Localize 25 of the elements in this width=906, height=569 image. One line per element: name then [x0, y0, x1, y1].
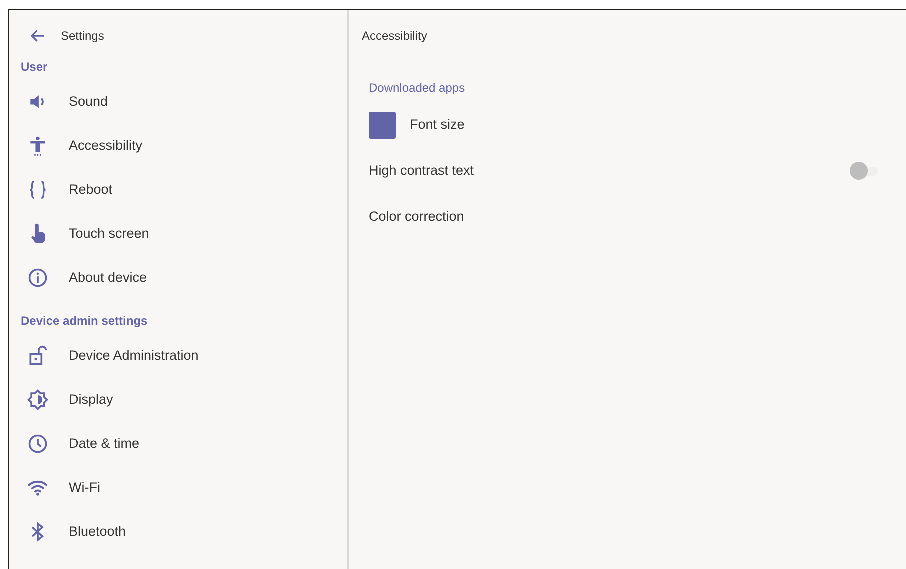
page-title: Accessibility [361, 28, 428, 45]
clock-icon [27, 433, 49, 455]
section-header: Downloaded apps [368, 80, 466, 97]
sidebar-item[interactable]: Date & time [9, 422, 347, 466]
sidebar-item[interactable]: Display [9, 378, 347, 422]
section-header: User [20, 59, 49, 76]
sidebar-item[interactable]: Wi-Fi [9, 466, 347, 510]
info-icon [27, 267, 49, 289]
sidebar-item[interactable]: Touch screen [9, 212, 347, 256]
braces-icon [27, 179, 49, 201]
unlocked-padlock-icon [27, 345, 49, 367]
sidebar-item[interactable]: Reboot [9, 168, 347, 212]
sidebar-item[interactable]: About device [9, 256, 347, 300]
sidebar-item[interactable]: Accessibility [9, 124, 347, 168]
setting-item[interactable]: Color correction [349, 194, 906, 240]
brightness-icon [27, 389, 49, 411]
toggle-switch[interactable] [850, 162, 878, 180]
setting-item[interactable]: High contrast text [349, 148, 906, 194]
app-icon [369, 112, 396, 138]
section-header: Device admin settings [20, 313, 149, 330]
sidebar-item[interactable]: Device Administration [9, 334, 347, 378]
setting-item[interactable]: Font size [349, 102, 906, 148]
sidebar-item[interactable]: Sound [9, 80, 347, 124]
sidebar-item[interactable]: Bluetooth [9, 510, 347, 554]
settings-title: Settings [61, 28, 104, 45]
